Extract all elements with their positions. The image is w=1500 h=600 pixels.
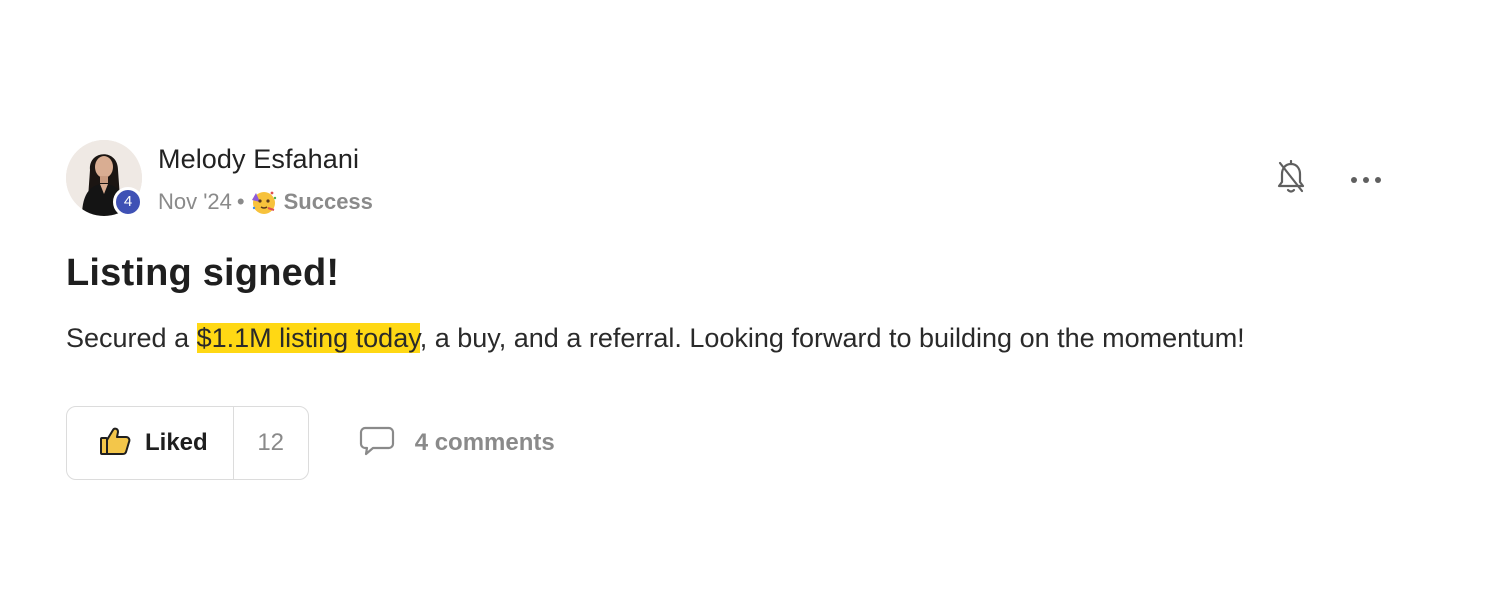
post-body-text-start: Secured a: [66, 323, 197, 353]
notifications-off-button[interactable]: [1271, 159, 1311, 201]
thumbs-up-icon: [99, 426, 131, 461]
like-count[interactable]: 12: [232, 407, 308, 479]
more-horizontal-icon: [1350, 171, 1382, 189]
post-header: 4 Melody Esfahani Nov '24 • Success: [66, 140, 1406, 220]
like-label: Liked: [145, 429, 208, 456]
post-title: Listing signed!: [66, 252, 340, 294]
post-card: 4 Melody Esfahani Nov '24 • Success List…: [66, 140, 1406, 480]
author-name[interactable]: Melody Esfahani: [158, 144, 359, 175]
partying-face-icon: [250, 188, 278, 216]
post-actions: Liked 12 4 comments: [66, 406, 1406, 480]
post-body: Secured a $1.1M listing today, a buy, an…: [66, 323, 1406, 354]
meta-separator: •: [236, 189, 245, 214]
post-body-highlight: $1.1M listing today: [196, 323, 420, 353]
bell-off-icon: [1275, 159, 1307, 201]
author-avatar-wrapper[interactable]: 4: [66, 140, 143, 217]
post-header-actions: [1271, 159, 1386, 201]
post-body-text-end: , a buy, and a referral. Looking forward…: [419, 323, 1245, 353]
like-button[interactable]: Liked: [67, 407, 233, 479]
comments-count-label: 4 comments: [414, 429, 555, 456]
more-options-button[interactable]: [1346, 160, 1386, 200]
comments-button[interactable]: 4 comments: [359, 425, 555, 462]
post-category[interactable]: Success: [284, 189, 373, 215]
post-date[interactable]: Nov '24: [158, 189, 232, 215]
like-control: Liked 12: [66, 406, 309, 480]
level-badge: 4: [113, 187, 143, 217]
post-meta: Nov '24 • Success: [158, 188, 373, 216]
comment-icon: [359, 425, 395, 462]
